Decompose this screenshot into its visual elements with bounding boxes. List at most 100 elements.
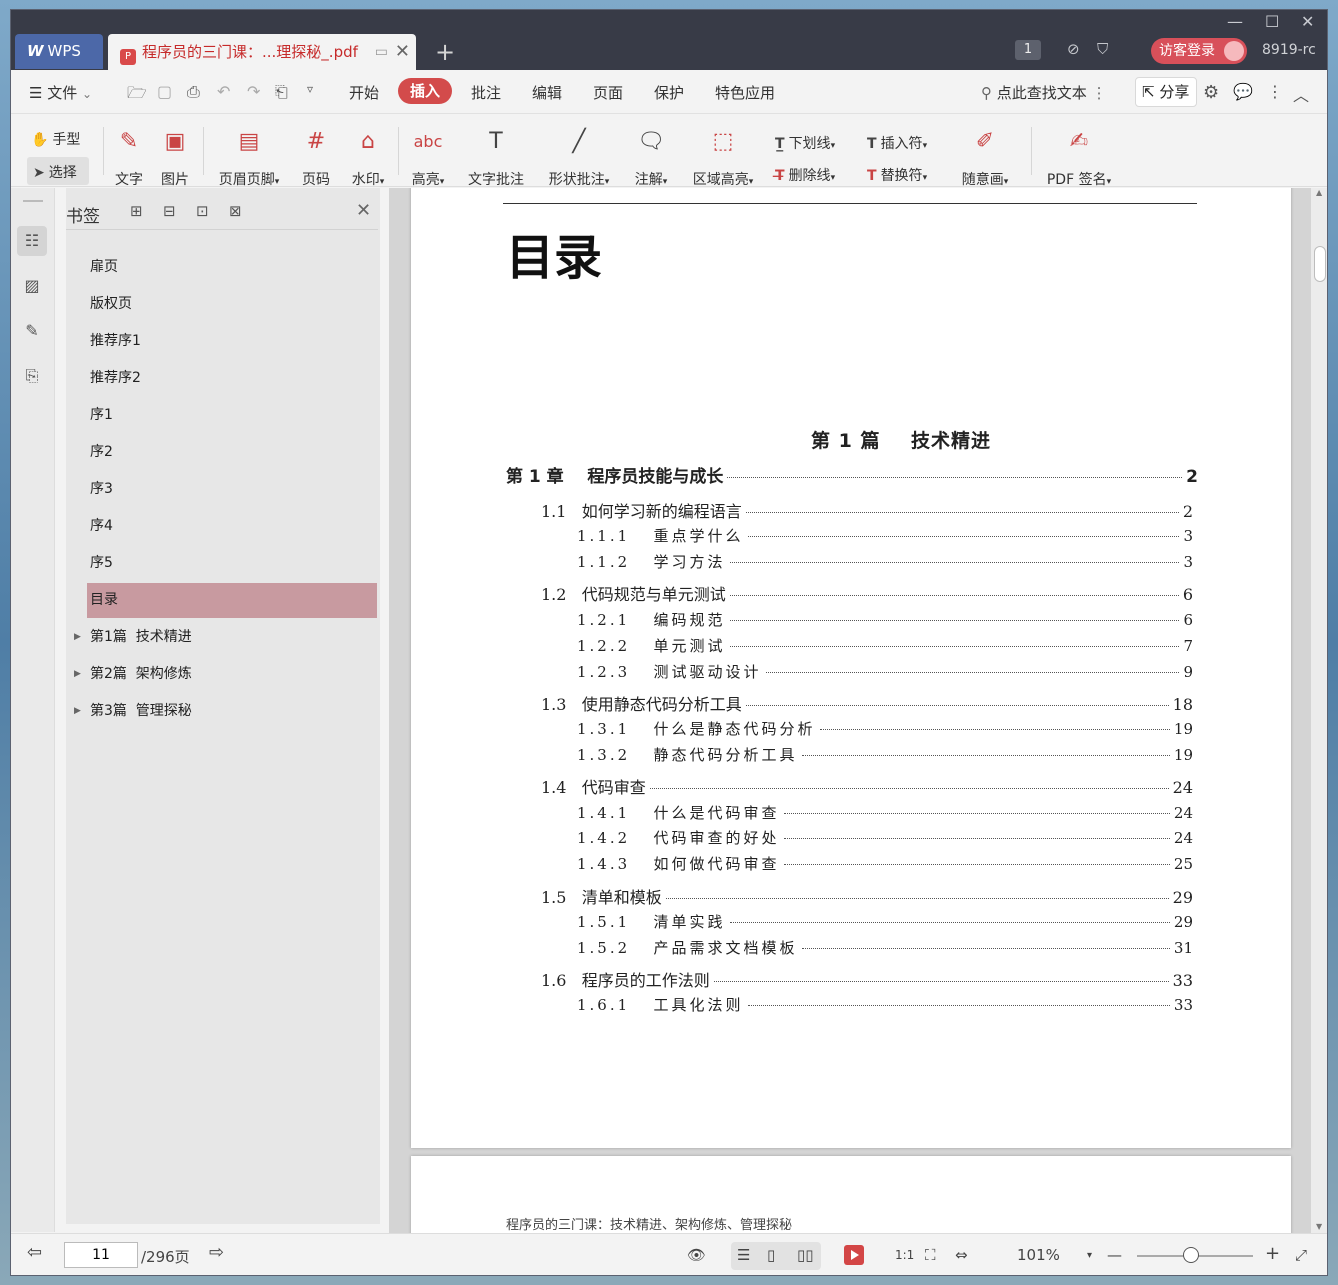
collapse-ribbon-icon[interactable]: ︿ <box>1293 82 1309 106</box>
toc-section-entry[interactable]: 1.1 如何学习新的编程语言 2 <box>541 498 1193 522</box>
settings-icon[interactable]: ⚙ <box>1203 82 1219 103</box>
annotation-icon[interactable]: ✎ <box>17 316 47 346</box>
close-panel-icon[interactable]: ✕ <box>356 200 371 221</box>
next-page-icon[interactable]: ⇨ <box>209 1242 224 1263</box>
menu-comment[interactable]: 批注 <box>471 82 501 103</box>
close-window-icon[interactable]: ✕ <box>1301 12 1314 31</box>
zoom-slider-knob[interactable] <box>1183 1247 1199 1263</box>
toc-subsection-entry[interactable]: 1.3.2 静态代码分析工具 19 <box>577 744 1193 765</box>
toc-chapter-entry[interactable]: 第 1 章 程序员技能与成长 2 <box>506 462 1198 487</box>
page-number-tool[interactable]: # 页码 <box>299 125 333 189</box>
expand-arrow-icon[interactable]: ▶ <box>74 620 81 655</box>
bookmark-item[interactable]: 序4 <box>87 509 377 544</box>
insert-char-tool[interactable]: T 插入符▾ <box>867 133 927 153</box>
replace-char-tool[interactable]: T 替换符▾ <box>867 165 927 185</box>
vertical-scrollbar[interactable]: ▲ ▼ <box>1311 188 1327 1233</box>
open-icon[interactable]: 🗁 <box>127 82 147 109</box>
bookmark-item[interactable]: 序2 <box>87 435 377 470</box>
toc-subsection-entry[interactable]: 1.2.2 单元测试 7 <box>577 635 1193 656</box>
toc-section-entry[interactable]: 1.3 使用静态代码分析工具 18 <box>541 691 1193 715</box>
toc-section-entry[interactable]: 1.4 代码审查 24 <box>541 774 1193 798</box>
toc-subsection-entry[interactable]: 1.2.3 测试驱动设计 9 <box>577 661 1193 682</box>
save-icon[interactable]: ▢ <box>157 82 172 101</box>
menu-start[interactable]: 开始 <box>349 82 379 103</box>
expand-arrow-icon[interactable]: ▶ <box>74 694 81 729</box>
fit-width-icon[interactable]: ⇔ <box>955 1246 968 1264</box>
add-bookmark-icon[interactable]: ⊞ <box>130 202 143 220</box>
fit-page-icon[interactable]: ⛶ <box>925 1246 936 1264</box>
pdf-sign-tool[interactable]: ✍ PDF 签名▾ <box>1043 125 1115 189</box>
toc-section-entry[interactable]: 1.2 代码规范与单元测试 6 <box>541 581 1193 605</box>
bookmark-panel-icon[interactable]: ☷ <box>17 226 47 256</box>
toc-subsection-entry[interactable]: 1.1.1 重点学什么 3 <box>577 525 1193 546</box>
note-tool[interactable]: 🗨 注解▾ <box>629 125 673 189</box>
underline-tool[interactable]: T̲ 下划线▾ <box>775 133 835 153</box>
scroll-down-icon[interactable]: ▼ <box>1316 1222 1322 1231</box>
freehand-tool[interactable]: ✐ 随意画▾ <box>957 125 1013 189</box>
eye-protection-icon[interactable]: 👁 <box>687 1246 706 1264</box>
single-page-icon[interactable]: ▯ <box>767 1246 775 1264</box>
hand-tool[interactable]: ✋ 手型 <box>31 129 80 149</box>
toc-subsection-entry[interactable]: 1.2.1 编码规范 6 <box>577 609 1193 630</box>
zoom-out-icon[interactable]: — <box>1107 1246 1122 1264</box>
more-dropdown-icon[interactable]: ▿ <box>307 82 313 96</box>
minimize-icon[interactable]: — <box>1227 12 1243 31</box>
toc-subsection-entry[interactable]: 1.5.1 清单实践 29 <box>577 911 1193 932</box>
export-icon[interactable]: ⎗ <box>275 82 288 102</box>
toc-subsection-entry[interactable]: 1.4.3 如何做代码审查 25 <box>577 853 1193 874</box>
signature-panel-icon[interactable]: ⎘ <box>17 361 47 391</box>
toc-subsection-entry[interactable]: 1.5.2 产品需求文档模板 31 <box>577 937 1193 958</box>
bookmark-item[interactable]: 版权页 <box>87 287 377 322</box>
shape-comment-tool[interactable]: ╱ 形状批注▾ <box>543 125 615 189</box>
document-tab[interactable]: P 程序员的三门课：...理探秘_.pdf ▭ ✕ <box>108 34 416 70</box>
maximize-icon[interactable]: ☐ <box>1265 12 1279 31</box>
chat-icon[interactable]: 💬 <box>1233 82 1253 101</box>
window-count-badge[interactable]: 1 <box>1015 40 1041 60</box>
toc-subsection-entry[interactable]: 1.1.2 学习方法 3 <box>577 551 1193 572</box>
text-tool[interactable]: ✎ 文字 <box>113 125 145 189</box>
menu-insert[interactable]: 插入 <box>398 78 452 104</box>
toc-subsection-entry[interactable]: 1.6.1 工具化法则 33 <box>577 994 1193 1015</box>
search-text[interactable]: ⚲ 点此查找文本 ⋮ <box>981 82 1107 103</box>
toc-section-entry[interactable]: 1.5 清单和模板 29 <box>541 884 1193 908</box>
monitor-icon[interactable]: ▭ <box>375 34 388 70</box>
bookmark-item-part2[interactable]: ▶ 第2篇 架构修炼 <box>74 657 377 692</box>
bookmark-item[interactable]: 序1 <box>87 398 377 433</box>
menu-edit[interactable]: 编辑 <box>532 82 562 103</box>
fullscreen-icon[interactable]: ⤢ <box>1295 1246 1307 1264</box>
text-comment-tool[interactable]: T 文字批注 <box>465 125 527 189</box>
thumbnail-icon[interactable]: ▨ <box>17 271 47 301</box>
scroll-thumb[interactable] <box>1314 246 1326 282</box>
more-icon[interactable]: ⋮ <box>1267 82 1283 101</box>
skin-icon[interactable]: ⛉ <box>1097 40 1108 58</box>
bookmark-item-part1[interactable]: ▶ 第1篇 技术精进 <box>74 620 377 655</box>
dual-page-icon[interactable]: ▯▯ <box>797 1246 814 1264</box>
toc-subsection-entry[interactable]: 1.3.1 什么是静态代码分析 19 <box>577 718 1193 739</box>
bookmark-item-selected[interactable]: 目录 <box>87 583 377 618</box>
play-icon[interactable] <box>844 1245 864 1265</box>
bookmark-item[interactable]: 序3 <box>87 472 377 507</box>
undo-icon[interactable]: ↶ <box>217 82 230 101</box>
watermark-tool[interactable]: ⌂ 水印▾ <box>347 125 389 189</box>
drag-handle[interactable] <box>23 200 43 202</box>
menu-page[interactable]: 页面 <box>593 82 623 103</box>
toc-section-entry[interactable]: 1.6 程序员的工作法则 33 <box>541 967 1193 991</box>
highlight-tool[interactable]: abc 高亮▾ <box>407 125 449 189</box>
page-number-input[interactable] <box>64 1242 138 1268</box>
toc-subsection-entry[interactable]: 1.4.2 代码审查的好处 24 <box>577 827 1193 848</box>
menu-special[interactable]: 特色应用 <box>715 82 775 103</box>
visitor-login-button[interactable]: 访客登录 <box>1151 38 1247 64</box>
bookmark-item[interactable]: 扉页 <box>87 250 377 285</box>
bookmark-item[interactable]: 推荐序2 <box>87 361 377 396</box>
remove-bookmark-icon[interactable]: ⊟ <box>163 202 176 220</box>
bookmark-item-part3[interactable]: ▶ 第3篇 管理探秘 <box>74 694 377 729</box>
expand-bookmark-icon[interactable]: ⊡ <box>196 202 209 220</box>
bookmark-item[interactable]: 序5 <box>87 546 377 581</box>
zoom-level[interactable]: 101% <box>1017 1246 1060 1264</box>
actual-size-icon[interactable]: 1:1 <box>895 1248 914 1262</box>
bookmark-item[interactable]: 推荐序1 <box>87 324 377 359</box>
menu-protect[interactable]: 保护 <box>654 82 684 103</box>
zoom-in-icon[interactable]: + <box>1265 1243 1280 1264</box>
document-viewport[interactable]: 目录 第 1 篇 技术精进 第 1 章 程序员技能与成长 2 1.1 如何学习新的编… <box>389 188 1311 1233</box>
toc-subsection-entry[interactable]: 1.4.1 什么是代码审查 24 <box>577 802 1193 823</box>
